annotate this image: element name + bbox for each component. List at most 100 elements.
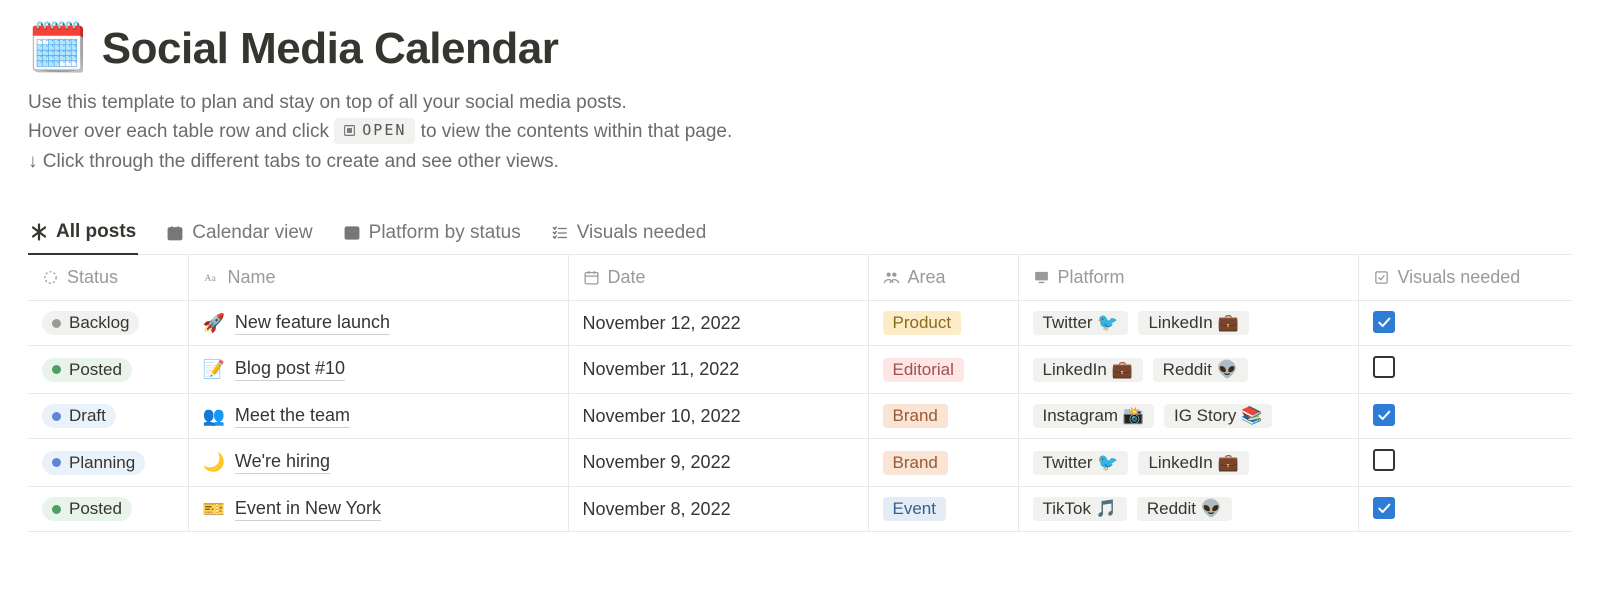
open-icon (343, 124, 356, 137)
status-dot-icon (52, 412, 61, 421)
status-dot-icon (52, 458, 61, 467)
platform-cell: Instagram 📸 IG Story 📚 (1033, 404, 1344, 428)
status-icon (42, 269, 59, 286)
tab-label: Calendar view (192, 222, 312, 244)
table-row[interactable]: Draft 👥 Meet the team November 10, 2022 B… (28, 394, 1572, 439)
area-tag[interactable]: Editorial (883, 358, 964, 382)
platform-chip[interactable]: Reddit 👽 (1153, 358, 1248, 382)
name-cell[interactable]: 🎫 Event in New York (203, 498, 554, 521)
view-tabs: All posts Calendar view Platform by stat… (28, 214, 1572, 255)
status-dot-icon (52, 505, 61, 514)
table-row[interactable]: Posted 🎫 Event in New York November 8, 20… (28, 487, 1572, 532)
visuals-checkbox[interactable] (1373, 497, 1395, 519)
title-icon: Aa (203, 269, 220, 286)
page-description: Use this template to plan and stay on to… (28, 88, 1572, 176)
desc-text: to view the contents within that page. (421, 121, 733, 142)
area-label: Brand (893, 406, 938, 426)
col-date-header[interactable]: Date (568, 255, 868, 301)
area-label: Brand (893, 453, 938, 473)
status-pill[interactable]: Posted (42, 497, 132, 521)
platform-label: Twitter 🐦 (1043, 313, 1119, 333)
list-icon (551, 224, 569, 242)
platform-label: Twitter 🐦 (1043, 453, 1119, 473)
status-pill[interactable]: Backlog (42, 311, 139, 335)
visuals-checkbox[interactable] (1373, 404, 1395, 426)
status-label: Planning (69, 453, 135, 473)
tab-calendar-view[interactable]: Calendar view (164, 215, 314, 255)
platform-chip[interactable]: LinkedIn 💼 (1138, 451, 1248, 475)
area-tag[interactable]: Brand (883, 451, 948, 475)
row-name: Event in New York (235, 498, 381, 521)
col-status-header[interactable]: Status (28, 255, 188, 301)
date-text: November 9, 2022 (583, 452, 731, 472)
platform-chip[interactable]: IG Story 📚 (1164, 404, 1272, 428)
area-tag[interactable]: Product (883, 311, 962, 335)
platform-cell: Twitter 🐦 LinkedIn 💼 (1033, 451, 1344, 475)
status-pill[interactable]: Posted (42, 358, 132, 382)
tab-all-posts[interactable]: All posts (28, 215, 138, 255)
name-cell[interactable]: 🚀 New feature launch (203, 312, 554, 335)
header-label: Status (67, 267, 118, 288)
platform-chip[interactable]: TikTok 🎵 (1033, 497, 1127, 521)
name-cell[interactable]: 👥 Meet the team (203, 405, 554, 428)
platform-chip[interactable]: Twitter 🐦 (1033, 311, 1129, 335)
visuals-checkbox[interactable] (1373, 449, 1395, 471)
status-label: Backlog (69, 313, 129, 333)
platform-chip[interactable]: Instagram 📸 (1033, 404, 1154, 428)
platform-chip[interactable]: Reddit 👽 (1137, 497, 1232, 521)
date-cell[interactable]: November 12, 2022 (568, 301, 868, 346)
checkbox-icon (1373, 269, 1390, 286)
col-area-header[interactable]: Area (868, 255, 1018, 301)
status-pill[interactable]: Draft (42, 404, 116, 428)
row-name: Blog post #10 (235, 358, 345, 381)
date-cell[interactable]: November 8, 2022 (568, 487, 868, 532)
area-label: Product (893, 313, 952, 333)
calendar-icon (583, 269, 600, 286)
board-icon (343, 224, 361, 242)
tab-visuals-needed[interactable]: Visuals needed (549, 215, 709, 255)
area-tag[interactable]: Brand (883, 404, 948, 428)
desc-line-2: Hover over each table row and click OPEN… (28, 117, 1572, 146)
desc-line-1: Use this template to plan and stay on to… (28, 88, 1572, 117)
col-name-header[interactable]: Aa Name (188, 255, 568, 301)
name-cell[interactable]: 🌙 We're hiring (203, 451, 554, 474)
header-label: Visuals needed (1398, 267, 1521, 288)
table-row[interactable]: Backlog 🚀 New feature launch November 12,… (28, 301, 1572, 346)
status-label: Draft (69, 406, 106, 426)
page-emoji[interactable]: 🗓️ (28, 25, 88, 73)
asterisk-icon (30, 223, 48, 241)
table-row[interactable]: Posted 📝 Blog post #10November 11, 2022 … (28, 346, 1572, 394)
visuals-checkbox[interactable] (1373, 356, 1395, 378)
col-visuals-header[interactable]: Visuals needed (1358, 255, 1572, 301)
header-label: Area (908, 267, 946, 288)
platform-cell: Twitter 🐦 LinkedIn 💼 (1033, 311, 1344, 335)
area-label: Event (893, 499, 936, 519)
platform-label: TikTok 🎵 (1043, 499, 1117, 519)
platform-chip[interactable]: LinkedIn 💼 (1138, 311, 1248, 335)
date-cell[interactable]: November 10, 2022 (568, 394, 868, 439)
tab-label: All posts (56, 221, 136, 243)
date-text: November 12, 2022 (583, 313, 741, 333)
visuals-checkbox[interactable] (1373, 311, 1395, 333)
people-icon (883, 269, 900, 286)
col-platform-header[interactable]: Platform (1018, 255, 1358, 301)
platform-label: Reddit 👽 (1147, 499, 1222, 519)
row-emoji: 👥 (203, 406, 225, 427)
date-cell[interactable]: November 11, 2022 (568, 346, 868, 394)
status-label: Posted (69, 360, 122, 380)
page-title[interactable]: Social Media Calendar (102, 24, 559, 74)
date-text: November 11, 2022 (583, 359, 740, 379)
platform-chip[interactable]: LinkedIn 💼 (1033, 358, 1143, 382)
platform-chip[interactable]: Twitter 🐦 (1033, 451, 1129, 475)
date-text: November 10, 2022 (583, 406, 741, 426)
name-cell[interactable]: 📝 Blog post #10 (203, 358, 554, 381)
platform-label: LinkedIn 💼 (1043, 360, 1133, 380)
area-label: Editorial (893, 360, 954, 380)
status-pill[interactable]: Planning (42, 451, 145, 475)
table-row[interactable]: Planning 🌙 We're hiringNovember 9, 2022 … (28, 439, 1572, 487)
desc-text: Hover over each table row and click (28, 121, 334, 142)
area-tag[interactable]: Event (883, 497, 946, 521)
row-name: We're hiring (235, 451, 330, 474)
date-cell[interactable]: November 9, 2022 (568, 439, 868, 487)
tab-platform-by-status[interactable]: Platform by status (341, 215, 523, 255)
